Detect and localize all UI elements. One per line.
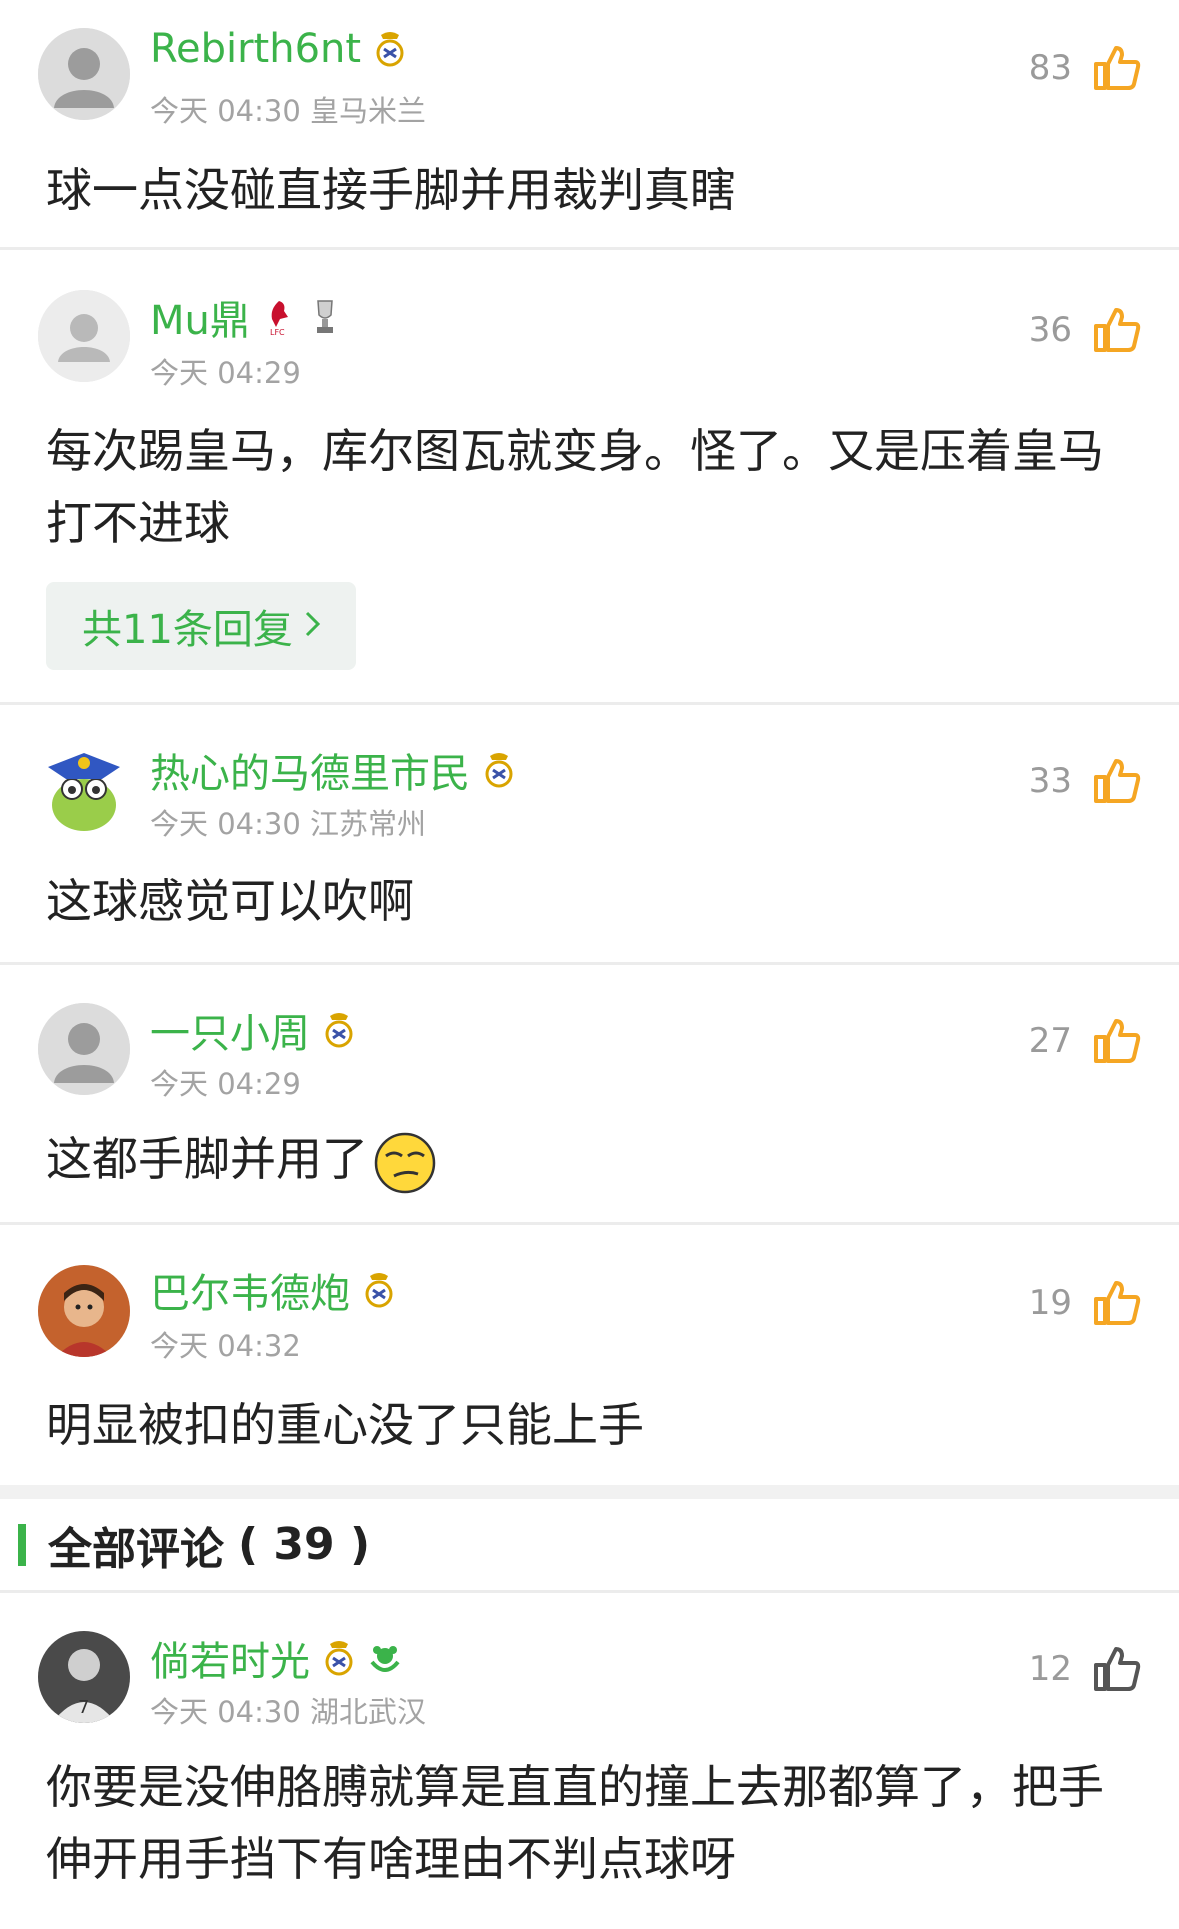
real-madrid-crest-icon <box>482 750 516 790</box>
thumbs-up-icon <box>1092 1279 1142 1327</box>
username[interactable]: 热心的马德里市民 <box>150 741 516 799</box>
like-button[interactable]: 12 <box>1029 1645 1142 1693</box>
section-title: 全部评论 <box>48 1523 224 1575</box>
comment-item: Mu鼎 LFC 今天 04:29 36 每次踢皇马，库尔图瓦就变身。怪了。又是压… <box>0 250 1179 705</box>
thumbs-up-icon <box>1092 306 1142 354</box>
thumbs-up-icon <box>1092 1017 1142 1065</box>
username-text: 一只小周 <box>150 1011 310 1057</box>
comment-item: 巴尔韦德炮 今天 04:32 19 明显被扣的重心没了只能上手 <box>0 1225 1179 1485</box>
avatar[interactable] <box>38 743 130 835</box>
username-text: 巴尔韦德炮 <box>150 1271 350 1317</box>
username[interactable]: Mu鼎 LFC <box>150 288 342 346</box>
chevron-right-icon <box>303 603 323 649</box>
comment-text: 你要是没伸胳膊就算是直直的撞上去那都算了，把手伸开用手挡下有啥理由不判点球呀 <box>46 1760 1104 1886</box>
like-count: 19 <box>1028 1283 1072 1323</box>
replies-label: 共11条回复 <box>82 607 293 653</box>
like-button[interactable]: 83 <box>1029 44 1142 92</box>
username-text: Rebirth6nt <box>150 26 362 72</box>
username[interactable]: Rebirth6nt <box>150 26 407 72</box>
comment-text-content: 这都手脚并用了 <box>46 1132 368 1186</box>
all-comments-header: 全部评论 ( 39 ) <box>0 1499 1179 1593</box>
comment-text: 明显被扣的重心没了只能上手 <box>46 1398 644 1452</box>
real-madrid-crest-icon <box>322 1010 356 1050</box>
username[interactable]: 巴尔韦德炮 <box>150 1261 396 1319</box>
like-count: 36 <box>1028 310 1072 350</box>
comment-count: ( 39 ) <box>238 1519 371 1570</box>
premier-league-trophy-icon <box>308 297 342 337</box>
comment-text: 每次踢皇马，库尔图瓦就变身。怪了。又是压着皇马打不进球 <box>46 424 1104 550</box>
username-text: 热心的马德里市民 <box>150 751 470 797</box>
comment-meta: 今天 04:30 湖北武汉 <box>150 1695 427 1729</box>
comment-text: 球一点没碰直接手脚并用裁判真瞎 <box>46 163 736 217</box>
thumbs-up-icon <box>1092 757 1142 805</box>
real-madrid-crest-icon <box>373 29 407 69</box>
like-button[interactable]: 36 <box>1029 306 1142 354</box>
username-text: Mu鼎 <box>150 298 250 344</box>
smirk-emoji-icon <box>372 1130 438 1196</box>
like-button[interactable]: 19 <box>1029 1279 1142 1327</box>
comment-text: 这都手脚并用了 <box>46 1123 1149 1196</box>
comment-meta: 今天 04:29 <box>150 356 301 390</box>
real-madrid-crest-icon <box>362 1270 396 1310</box>
username-text: 倘若时光 <box>150 1639 310 1685</box>
svg-text:LFC: LFC <box>270 328 285 337</box>
like-count: 33 <box>1028 761 1072 801</box>
comment-meta: 今天 04:30 皇马米兰 <box>150 94 427 128</box>
real-madrid-crest-icon <box>322 1638 356 1678</box>
thumbs-up-icon <box>1092 44 1142 92</box>
avatar[interactable]: 7 <box>38 1631 130 1723</box>
comment-meta: 今天 04:29 <box>150 1067 301 1101</box>
avatar[interactable] <box>38 28 130 120</box>
green-club-icon <box>368 1638 402 1678</box>
avatar[interactable] <box>38 1265 130 1357</box>
like-button[interactable]: 27 <box>1029 1017 1142 1065</box>
comment-text: 这球感觉可以吹啊 <box>46 874 414 928</box>
comment-item: Rebirth6nt 今天 04:30 皇马米兰 83 球一点没碰直接手脚并用裁… <box>0 0 1179 250</box>
section-accent-bar <box>18 1523 26 1566</box>
liverpool-crest-icon: LFC <box>262 297 296 337</box>
like-button[interactable]: 33 <box>1029 757 1142 805</box>
username[interactable]: 倘若时光 <box>150 1629 402 1687</box>
avatar[interactable] <box>38 1003 130 1095</box>
section-divider <box>0 1485 1179 1499</box>
like-count: 12 <box>1028 1649 1072 1689</box>
thumbs-up-icon <box>1092 1645 1142 1693</box>
like-count: 27 <box>1028 1021 1072 1061</box>
username[interactable]: 一只小周 <box>150 1001 356 1059</box>
comment-meta: 今天 04:30 江苏常州 <box>150 807 427 841</box>
comment-item: 热心的马德里市民 今天 04:30 江苏常州 33 这球感觉可以吹啊 <box>0 705 1179 965</box>
comment-item: 一只小周 今天 04:29 27 这都手脚并用了 <box>0 965 1179 1225</box>
avatar[interactable] <box>38 290 130 382</box>
svg-text:7: 7 <box>78 1697 89 1718</box>
comment-item: 7 倘若时光 今天 04:30 湖北武汉 12 你要是没伸胳膊就算是直直的撞上去… <box>0 1593 1179 1929</box>
comments-page: Rebirth6nt 今天 04:30 皇马米兰 83 球一点没碰直接手脚并用裁… <box>0 0 1179 1929</box>
comment-meta: 今天 04:32 <box>150 1329 301 1363</box>
view-replies-button[interactable]: 共11条回复 <box>46 582 356 670</box>
like-count: 83 <box>1028 48 1072 88</box>
